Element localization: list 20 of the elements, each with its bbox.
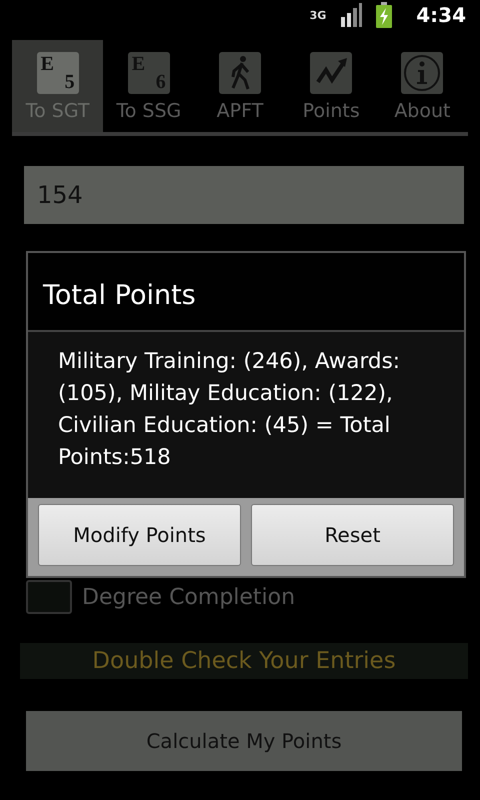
trend-chart-icon bbox=[310, 52, 352, 94]
signal-icon bbox=[340, 3, 362, 27]
clock: 4:34 bbox=[416, 3, 466, 27]
walking-person-icon bbox=[219, 52, 261, 94]
tab[interactable]: About bbox=[376, 40, 468, 132]
dialog-button[interactable]: Reset bbox=[251, 504, 454, 566]
checkbox-label: Degree Completion bbox=[82, 584, 296, 610]
dialog-message: Military Training: (246), Awards: (105), Militay Education: (122), Civilian Education: (45) = Total Points:518 bbox=[57, 348, 402, 472]
rank-badge: E 5 bbox=[36, 52, 79, 94]
calculate-button[interactable]: Calculate My Points bbox=[26, 711, 462, 771]
number-field[interactable]: 154 bbox=[24, 166, 464, 224]
dialog-button[interactable]: Modify Points bbox=[38, 504, 241, 566]
battery-icon bbox=[376, 2, 392, 28]
checkbox[interactable] bbox=[26, 580, 72, 614]
network-type: 3G bbox=[310, 10, 326, 20]
info-icon bbox=[401, 52, 444, 94]
tab[interactable]: Points bbox=[286, 40, 377, 132]
notice-banner: Double Check Your Entries bbox=[20, 643, 468, 679]
dialog-title: Total Points bbox=[28, 253, 464, 332]
tab[interactable]: APFT bbox=[194, 40, 286, 132]
